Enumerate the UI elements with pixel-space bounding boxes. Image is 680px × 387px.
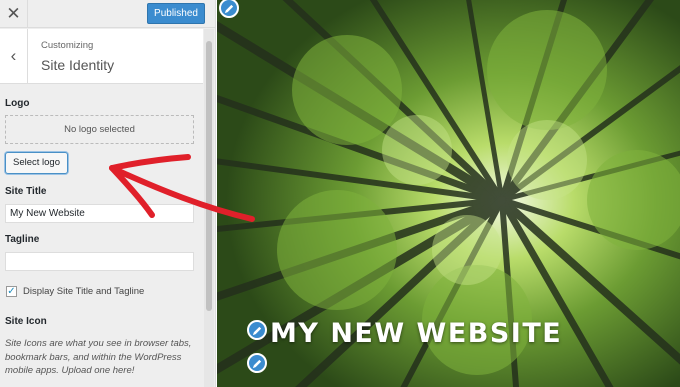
site-icon-label: Site Icon: [5, 316, 47, 327]
pencil-icon[interactable]: [247, 320, 267, 340]
scrollbar-thumb[interactable]: [206, 41, 212, 311]
breadcrumb: Customizing: [41, 40, 94, 51]
section-header: ‹ Customizing Site Identity: [0, 29, 203, 84]
display-title-checkbox[interactable]: ✓: [6, 286, 17, 297]
sidebar-scrollbar[interactable]: [204, 29, 214, 387]
preview-site-title[interactable]: MY NEW WEBSITE: [270, 318, 562, 349]
chevron-left-icon[interactable]: ‹: [0, 29, 28, 84]
close-icon[interactable]: ✕: [0, 0, 28, 28]
logo-placeholder[interactable]: No logo selected: [5, 115, 194, 144]
logo-label: Logo: [5, 98, 30, 109]
display-title-label: Display Site Title and Tagline: [23, 286, 145, 297]
pencil-icon[interactable]: [247, 353, 267, 373]
customizer-panel: ✕ Published ‹ Customizing Site Identity …: [0, 0, 216, 387]
site-title-label: Site Title: [5, 186, 47, 197]
published-button[interactable]: Published: [147, 3, 205, 24]
tagline-label: Tagline: [5, 234, 40, 245]
site-icon-description: Site Icons are what you see in browser t…: [5, 338, 192, 376]
section-title: Site Identity: [41, 57, 115, 73]
site-title-input[interactable]: [5, 204, 194, 223]
select-logo-button[interactable]: Select logo: [5, 152, 68, 174]
customizer-header: ✕ Published: [0, 0, 215, 28]
tagline-input[interactable]: [5, 252, 194, 271]
